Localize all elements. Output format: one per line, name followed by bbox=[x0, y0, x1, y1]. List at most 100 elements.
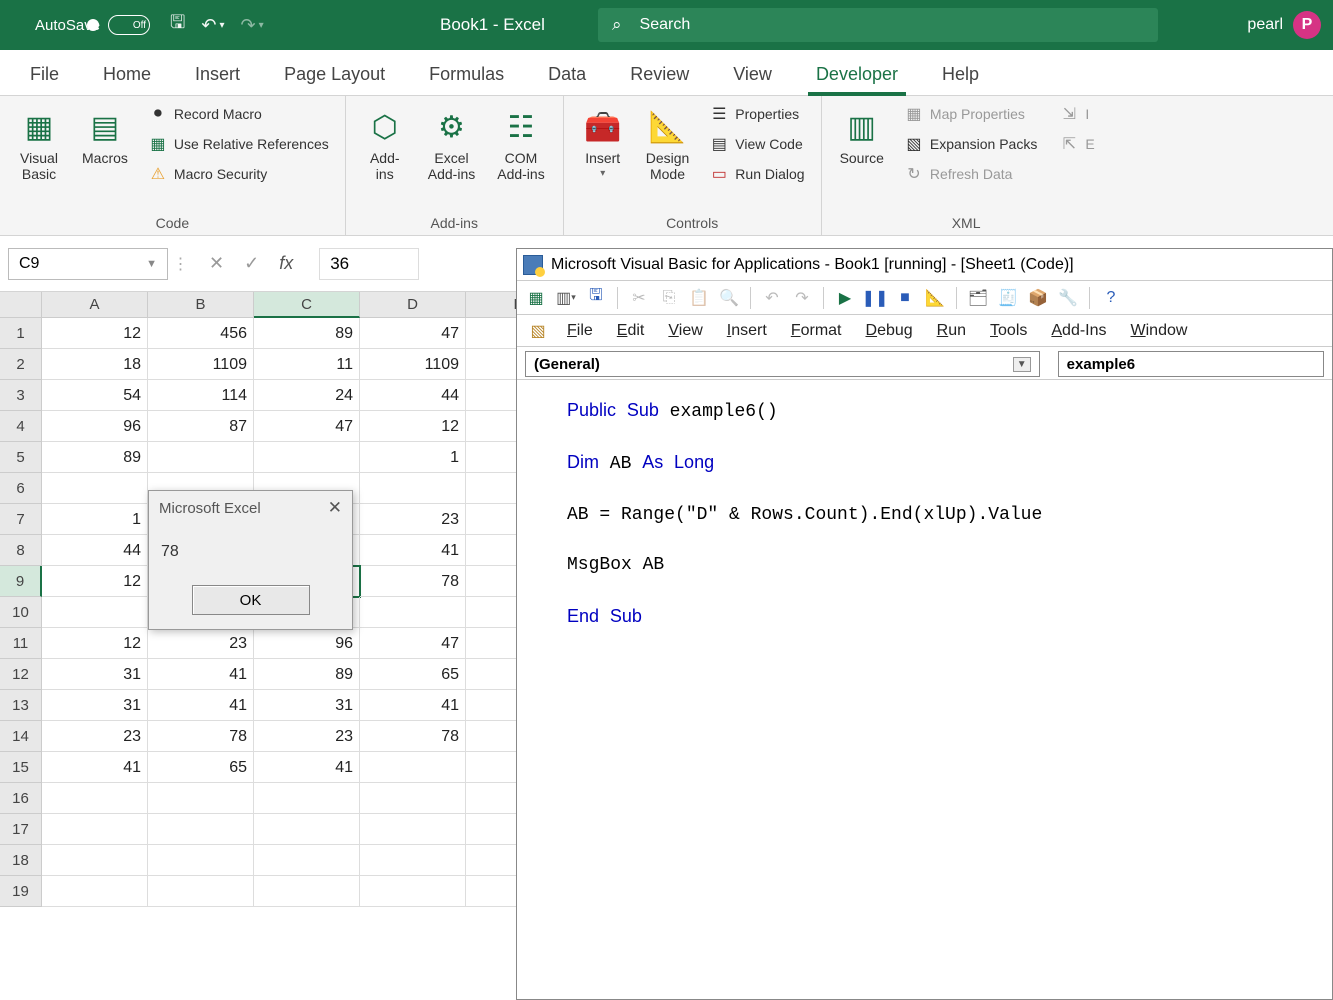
cell[interactable] bbox=[148, 876, 254, 907]
redo-icon[interactable]: ↷ ▾ bbox=[241, 15, 264, 36]
cell[interactable]: 23 bbox=[360, 504, 466, 535]
cell[interactable]: 96 bbox=[254, 628, 360, 659]
row-header[interactable]: 4 bbox=[0, 411, 42, 442]
row-header[interactable]: 3 bbox=[0, 380, 42, 411]
cell[interactable]: 456 bbox=[148, 318, 254, 349]
row-header[interactable]: 19 bbox=[0, 876, 42, 907]
cancel-icon[interactable]: ✕ bbox=[209, 253, 224, 274]
cell[interactable] bbox=[254, 814, 360, 845]
break-icon[interactable]: ❚❚ bbox=[862, 285, 888, 311]
source-button[interactable]: ▥Source bbox=[834, 102, 890, 170]
row-header[interactable]: 1 bbox=[0, 318, 42, 349]
visual-basic-button[interactable]: ▦ Visual Basic bbox=[12, 102, 66, 186]
cell[interactable]: 41 bbox=[360, 690, 466, 721]
cell[interactable] bbox=[148, 814, 254, 845]
cell[interactable]: 78 bbox=[148, 721, 254, 752]
cell[interactable]: 65 bbox=[360, 659, 466, 690]
properties-icon[interactable]: 🧾 bbox=[995, 285, 1021, 311]
ok-button[interactable]: OK bbox=[192, 585, 310, 615]
project-icon[interactable]: 🗂 bbox=[965, 285, 991, 311]
import-button[interactable]: ⇲I bbox=[1055, 102, 1098, 126]
row-header[interactable]: 2 bbox=[0, 349, 42, 380]
avatar[interactable]: P bbox=[1293, 11, 1321, 39]
row-header[interactable]: 10 bbox=[0, 597, 42, 628]
map-properties-button[interactable]: ▦Map Properties bbox=[900, 102, 1041, 126]
vba-menu-run[interactable]: Run bbox=[925, 318, 978, 344]
cell[interactable]: 31 bbox=[254, 690, 360, 721]
close-icon[interactable]: ✕ bbox=[328, 498, 342, 518]
com-addins-button[interactable]: ☷COM Add-ins bbox=[491, 102, 550, 186]
excel-icon[interactable]: ▦ bbox=[523, 285, 549, 311]
cell[interactable]: 78 bbox=[360, 566, 466, 597]
save-icon[interactable]: 🖫 bbox=[170, 10, 185, 40]
run-icon[interactable]: ▶ bbox=[832, 285, 858, 311]
vba-code-pane[interactable]: Public Sub example6() Dim AB As Long AB … bbox=[517, 379, 1332, 641]
cell[interactable] bbox=[148, 783, 254, 814]
cell[interactable]: 1 bbox=[360, 442, 466, 473]
vba-title-bar[interactable]: Microsoft Visual Basic for Applications … bbox=[517, 249, 1332, 281]
chevron-down-icon[interactable]: ▼ bbox=[146, 258, 157, 270]
cell[interactable]: 41 bbox=[360, 535, 466, 566]
row-header[interactable]: 7 bbox=[0, 504, 42, 535]
design-icon[interactable]: 📐 bbox=[922, 285, 948, 311]
cell[interactable] bbox=[360, 814, 466, 845]
properties-button[interactable]: ☰Properties bbox=[705, 102, 808, 126]
row-header[interactable]: 15 bbox=[0, 752, 42, 783]
toolbox-icon[interactable]: 🔧 bbox=[1055, 285, 1081, 311]
formula-input[interactable]: 36 bbox=[319, 248, 419, 280]
row-header[interactable]: 11 bbox=[0, 628, 42, 659]
tab-help[interactable]: Help bbox=[920, 54, 1001, 95]
row-header[interactable]: 9 bbox=[0, 566, 42, 597]
column-header[interactable]: D bbox=[360, 292, 466, 318]
redo-icon[interactable]: ↷ bbox=[789, 285, 815, 311]
macros-button[interactable]: ▤ Macros bbox=[76, 102, 134, 170]
cell[interactable]: 41 bbox=[148, 690, 254, 721]
column-header[interactable]: C bbox=[254, 292, 360, 318]
cell[interactable]: 1109 bbox=[148, 349, 254, 380]
row-header[interactable]: 13 bbox=[0, 690, 42, 721]
cell[interactable] bbox=[254, 442, 360, 473]
cell[interactable] bbox=[360, 752, 466, 783]
tab-page-layout[interactable]: Page Layout bbox=[262, 54, 407, 95]
fx-icon[interactable]: fx bbox=[279, 253, 293, 274]
expansion-packs-button[interactable]: ▧Expansion Packs bbox=[900, 132, 1041, 156]
export-button[interactable]: ⇱E bbox=[1055, 132, 1098, 156]
reset-icon[interactable]: ■ bbox=[892, 285, 918, 311]
cell[interactable] bbox=[42, 876, 148, 907]
insert-module-icon[interactable]: ▥▾ bbox=[553, 285, 579, 311]
help-icon[interactable]: ? bbox=[1098, 285, 1124, 311]
cell[interactable] bbox=[360, 845, 466, 876]
vba-menu-file[interactable]: File bbox=[555, 318, 605, 344]
view-code-button[interactable]: ▤View Code bbox=[705, 132, 808, 156]
cell[interactable] bbox=[360, 597, 466, 628]
enter-icon[interactable]: ✓ bbox=[244, 253, 259, 274]
cell[interactable]: 44 bbox=[42, 535, 148, 566]
vba-menu-debug[interactable]: Debug bbox=[854, 318, 925, 344]
toggle-switch[interactable]: Off bbox=[108, 15, 150, 35]
cell[interactable]: 12 bbox=[42, 628, 148, 659]
cell[interactable] bbox=[254, 876, 360, 907]
object-browser-icon[interactable]: 📦 bbox=[1025, 285, 1051, 311]
cell[interactable] bbox=[254, 783, 360, 814]
design-mode-button[interactable]: 📐Design Mode bbox=[640, 102, 696, 186]
cell[interactable] bbox=[42, 814, 148, 845]
tab-developer[interactable]: Developer bbox=[794, 54, 920, 95]
cell[interactable]: 12 bbox=[360, 411, 466, 442]
tab-data[interactable]: Data bbox=[526, 54, 608, 95]
cut-icon[interactable]: ✂ bbox=[626, 285, 652, 311]
cell[interactable]: 89 bbox=[254, 659, 360, 690]
vba-procedure-dropdown[interactable]: example6 bbox=[1058, 351, 1324, 377]
copy-icon[interactable]: ⎘ bbox=[656, 285, 682, 311]
cell[interactable]: 11 bbox=[254, 349, 360, 380]
cell[interactable]: 96 bbox=[42, 411, 148, 442]
tab-view[interactable]: View bbox=[711, 54, 794, 95]
cell[interactable]: 41 bbox=[148, 659, 254, 690]
cell[interactable]: 41 bbox=[254, 752, 360, 783]
cell[interactable]: 18 bbox=[42, 349, 148, 380]
use-relative-button[interactable]: ▦Use Relative References bbox=[144, 132, 333, 156]
cell[interactable]: 12 bbox=[42, 318, 148, 349]
cell[interactable]: 47 bbox=[254, 411, 360, 442]
macro-security-button[interactable]: ⚠Macro Security bbox=[144, 162, 333, 186]
cell[interactable]: 89 bbox=[42, 442, 148, 473]
cell[interactable] bbox=[360, 473, 466, 504]
